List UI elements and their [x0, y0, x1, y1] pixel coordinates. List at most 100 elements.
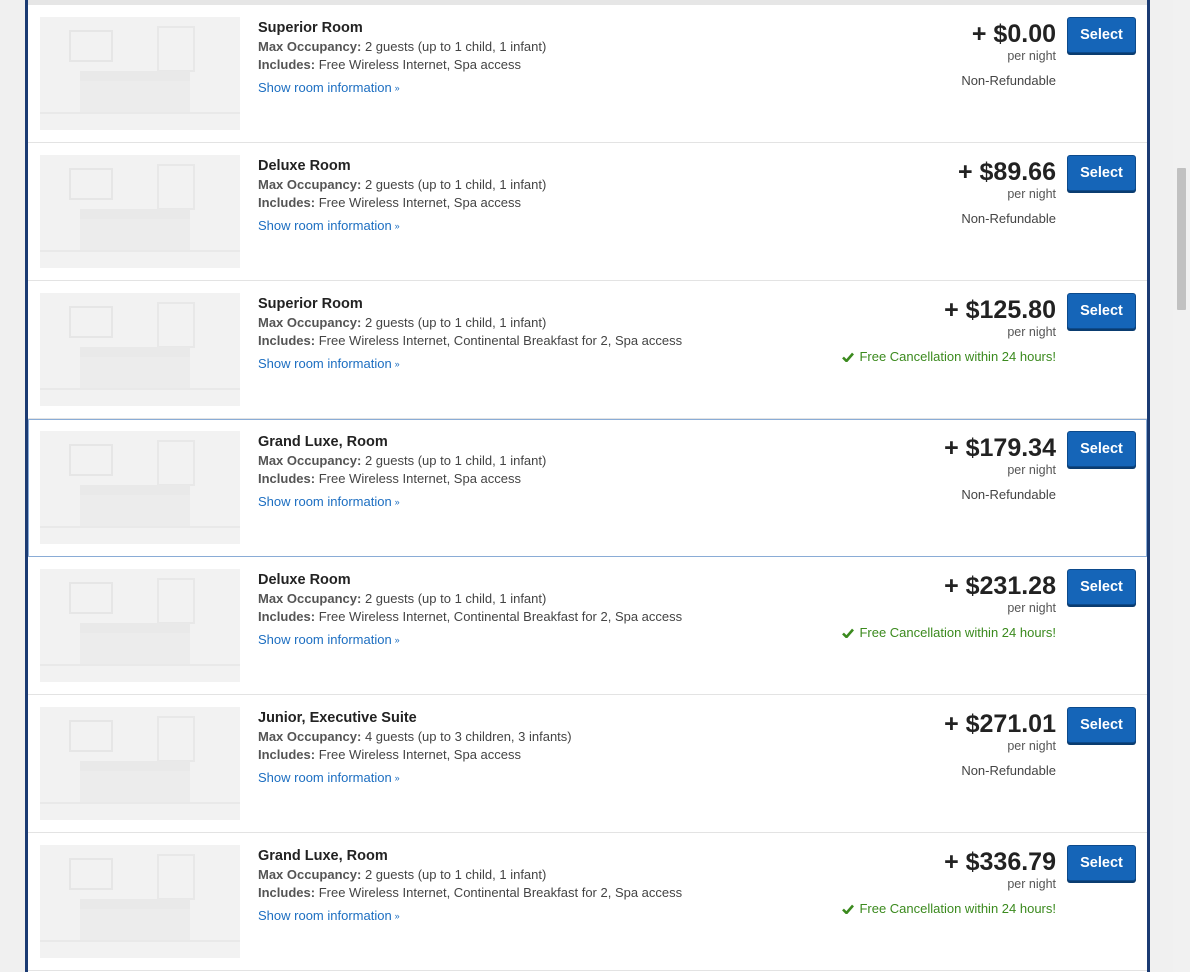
room-info: Junior, Executive Suite Max Occupancy: 4…	[258, 709, 572, 787]
max-occupancy-value: 2 guests (up to 1 child, 1 infant)	[364, 177, 547, 192]
select-room-button[interactable]: Select	[1067, 17, 1136, 53]
room-photo-placeholder	[40, 569, 240, 682]
includes-value: Free Wireless Internet, Continental Brea…	[318, 885, 683, 900]
room-name: Superior Room	[258, 296, 363, 312]
room-price: + $271.01	[944, 710, 1056, 738]
max-occupancy-value: 2 guests (up to 1 child, 1 infant)	[364, 867, 547, 882]
includes-line: Includes: Free Wireless Internet, Contin…	[258, 332, 682, 350]
max-occupancy-label: Max Occupancy:	[258, 453, 362, 468]
cancellation-policy: Free Cancellation within 24 hours!	[842, 625, 1056, 640]
max-occupancy-label: Max Occupancy:	[258, 867, 362, 882]
room-row: Junior, Executive Suite Max Occupancy: 4…	[28, 695, 1147, 833]
per-night-label: per night	[1007, 325, 1056, 339]
includes-label: Includes:	[258, 747, 316, 762]
room-name: Junior, Executive Suite	[258, 710, 417, 726]
per-night-label: per night	[1007, 49, 1056, 63]
show-room-information-link[interactable]: Show room information»	[258, 355, 400, 373]
includes-label: Includes:	[258, 57, 316, 72]
room-row: Deluxe Room Max Occupancy: 2 guests (up …	[28, 557, 1147, 695]
cancellation-policy-text: Non-Refundable	[961, 73, 1056, 88]
per-night-label: per night	[1007, 739, 1056, 753]
room-photo-placeholder	[40, 17, 240, 130]
room-name: Deluxe Room	[258, 572, 351, 588]
select-room-button[interactable]: Select	[1067, 155, 1136, 191]
show-room-information-link[interactable]: Show room information»	[258, 493, 400, 511]
price-column: + $336.79 per night Free Cancellation wi…	[842, 847, 1056, 916]
show-room-information-link[interactable]: Show room information»	[258, 217, 400, 235]
select-room-button[interactable]: Select	[1067, 293, 1136, 329]
cancellation-policy-text: Non-Refundable	[961, 487, 1056, 502]
cancellation-policy-text: Free Cancellation within 24 hours!	[859, 349, 1056, 364]
cancellation-policy-text: Non-Refundable	[961, 211, 1056, 226]
show-room-information-link[interactable]: Show room information»	[258, 907, 400, 925]
includes-value: Free Wireless Internet, Spa access	[318, 471, 522, 486]
select-room-button[interactable]: Select	[1067, 431, 1136, 467]
max-occupancy-line: Max Occupancy: 2 guests (up to 1 child, …	[258, 866, 682, 884]
room-photo	[40, 569, 240, 682]
max-occupancy-value: 2 guests (up to 1 child, 1 infant)	[364, 39, 547, 54]
show-room-information-link[interactable]: Show room information»	[258, 631, 400, 649]
select-room-button[interactable]: Select	[1067, 707, 1136, 743]
price-column: + $89.66 per night Non-Refundable	[958, 157, 1056, 226]
room-photo	[40, 17, 240, 130]
scrollbar-thumb[interactable]	[1177, 168, 1186, 310]
cancellation-policy: Non-Refundable	[958, 211, 1056, 226]
checkmark-icon	[842, 352, 855, 362]
room-name: Grand Luxe, Room	[258, 434, 388, 450]
includes-value: Free Wireless Internet, Continental Brea…	[318, 609, 683, 624]
room-name: Grand Luxe, Room	[258, 848, 388, 864]
select-room-button[interactable]: Select	[1067, 845, 1136, 881]
show-room-information-label: Show room information	[258, 770, 392, 785]
includes-line: Includes: Free Wireless Internet, Contin…	[258, 608, 682, 626]
includes-label: Includes:	[258, 609, 316, 624]
max-occupancy-line: Max Occupancy: 2 guests (up to 1 child, …	[258, 590, 682, 608]
room-photo	[40, 155, 240, 268]
max-occupancy-line: Max Occupancy: 2 guests (up to 1 child, …	[258, 38, 546, 56]
cancellation-policy-text: Free Cancellation within 24 hours!	[859, 901, 1056, 916]
max-occupancy-label: Max Occupancy:	[258, 39, 362, 54]
max-occupancy-line: Max Occupancy: 2 guests (up to 1 child, …	[258, 314, 682, 332]
show-room-information-link[interactable]: Show room information»	[258, 79, 400, 97]
room-info: Superior Room Max Occupancy: 2 guests (u…	[258, 19, 546, 97]
room-photo-placeholder	[40, 845, 240, 958]
show-room-information-label: Show room information	[258, 632, 392, 647]
max-occupancy-value: 2 guests (up to 1 child, 1 infant)	[364, 453, 547, 468]
cancellation-policy-text: Free Cancellation within 24 hours!	[859, 625, 1056, 640]
max-occupancy-label: Max Occupancy:	[258, 729, 362, 744]
room-row: Superior Room Max Occupancy: 2 guests (u…	[28, 5, 1147, 143]
room-row: Superior Room Max Occupancy: 2 guests (u…	[28, 281, 1147, 419]
max-occupancy-line: Max Occupancy: 4 guests (up to 3 childre…	[258, 728, 572, 746]
select-room-button[interactable]: Select	[1067, 569, 1136, 605]
room-name: Superior Room	[258, 20, 363, 36]
show-room-information-label: Show room information	[258, 218, 392, 233]
double-chevron-down-icon: »	[394, 911, 400, 921]
cancellation-policy: Non-Refundable	[944, 763, 1056, 778]
vertical-scrollbar[interactable]	[1173, 0, 1190, 972]
price-column: + $125.80 per night Free Cancellation wi…	[842, 295, 1056, 364]
room-list: Superior Room Max Occupancy: 2 guests (u…	[28, 5, 1147, 971]
includes-label: Includes:	[258, 333, 316, 348]
room-photo	[40, 431, 240, 544]
includes-value: Free Wireless Internet, Continental Brea…	[318, 333, 683, 348]
cancellation-policy: Non-Refundable	[961, 73, 1056, 88]
includes-label: Includes:	[258, 195, 316, 210]
room-price: + $231.28	[944, 572, 1056, 600]
max-occupancy-value: 4 guests (up to 3 children, 3 infants)	[364, 729, 572, 744]
max-occupancy-line: Max Occupancy: 2 guests (up to 1 child, …	[258, 452, 546, 470]
price-column: + $0.00 per night Non-Refundable	[961, 19, 1056, 88]
show-room-information-label: Show room information	[258, 494, 392, 509]
room-info: Superior Room Max Occupancy: 2 guests (u…	[258, 295, 682, 373]
room-info: Deluxe Room Max Occupancy: 2 guests (up …	[258, 157, 546, 235]
includes-line: Includes: Free Wireless Internet, Spa ac…	[258, 56, 546, 74]
double-chevron-down-icon: »	[394, 83, 400, 93]
checkmark-icon	[842, 628, 855, 638]
double-chevron-down-icon: »	[394, 773, 400, 783]
price-column: + $231.28 per night Free Cancellation wi…	[842, 571, 1056, 640]
room-photo	[40, 845, 240, 958]
room-name: Deluxe Room	[258, 158, 351, 174]
show-room-information-label: Show room information	[258, 908, 392, 923]
includes-line: Includes: Free Wireless Internet, Spa ac…	[258, 194, 546, 212]
show-room-information-link[interactable]: Show room information»	[258, 769, 400, 787]
price-column: + $179.34 per night Non-Refundable	[944, 433, 1056, 502]
includes-label: Includes:	[258, 885, 316, 900]
